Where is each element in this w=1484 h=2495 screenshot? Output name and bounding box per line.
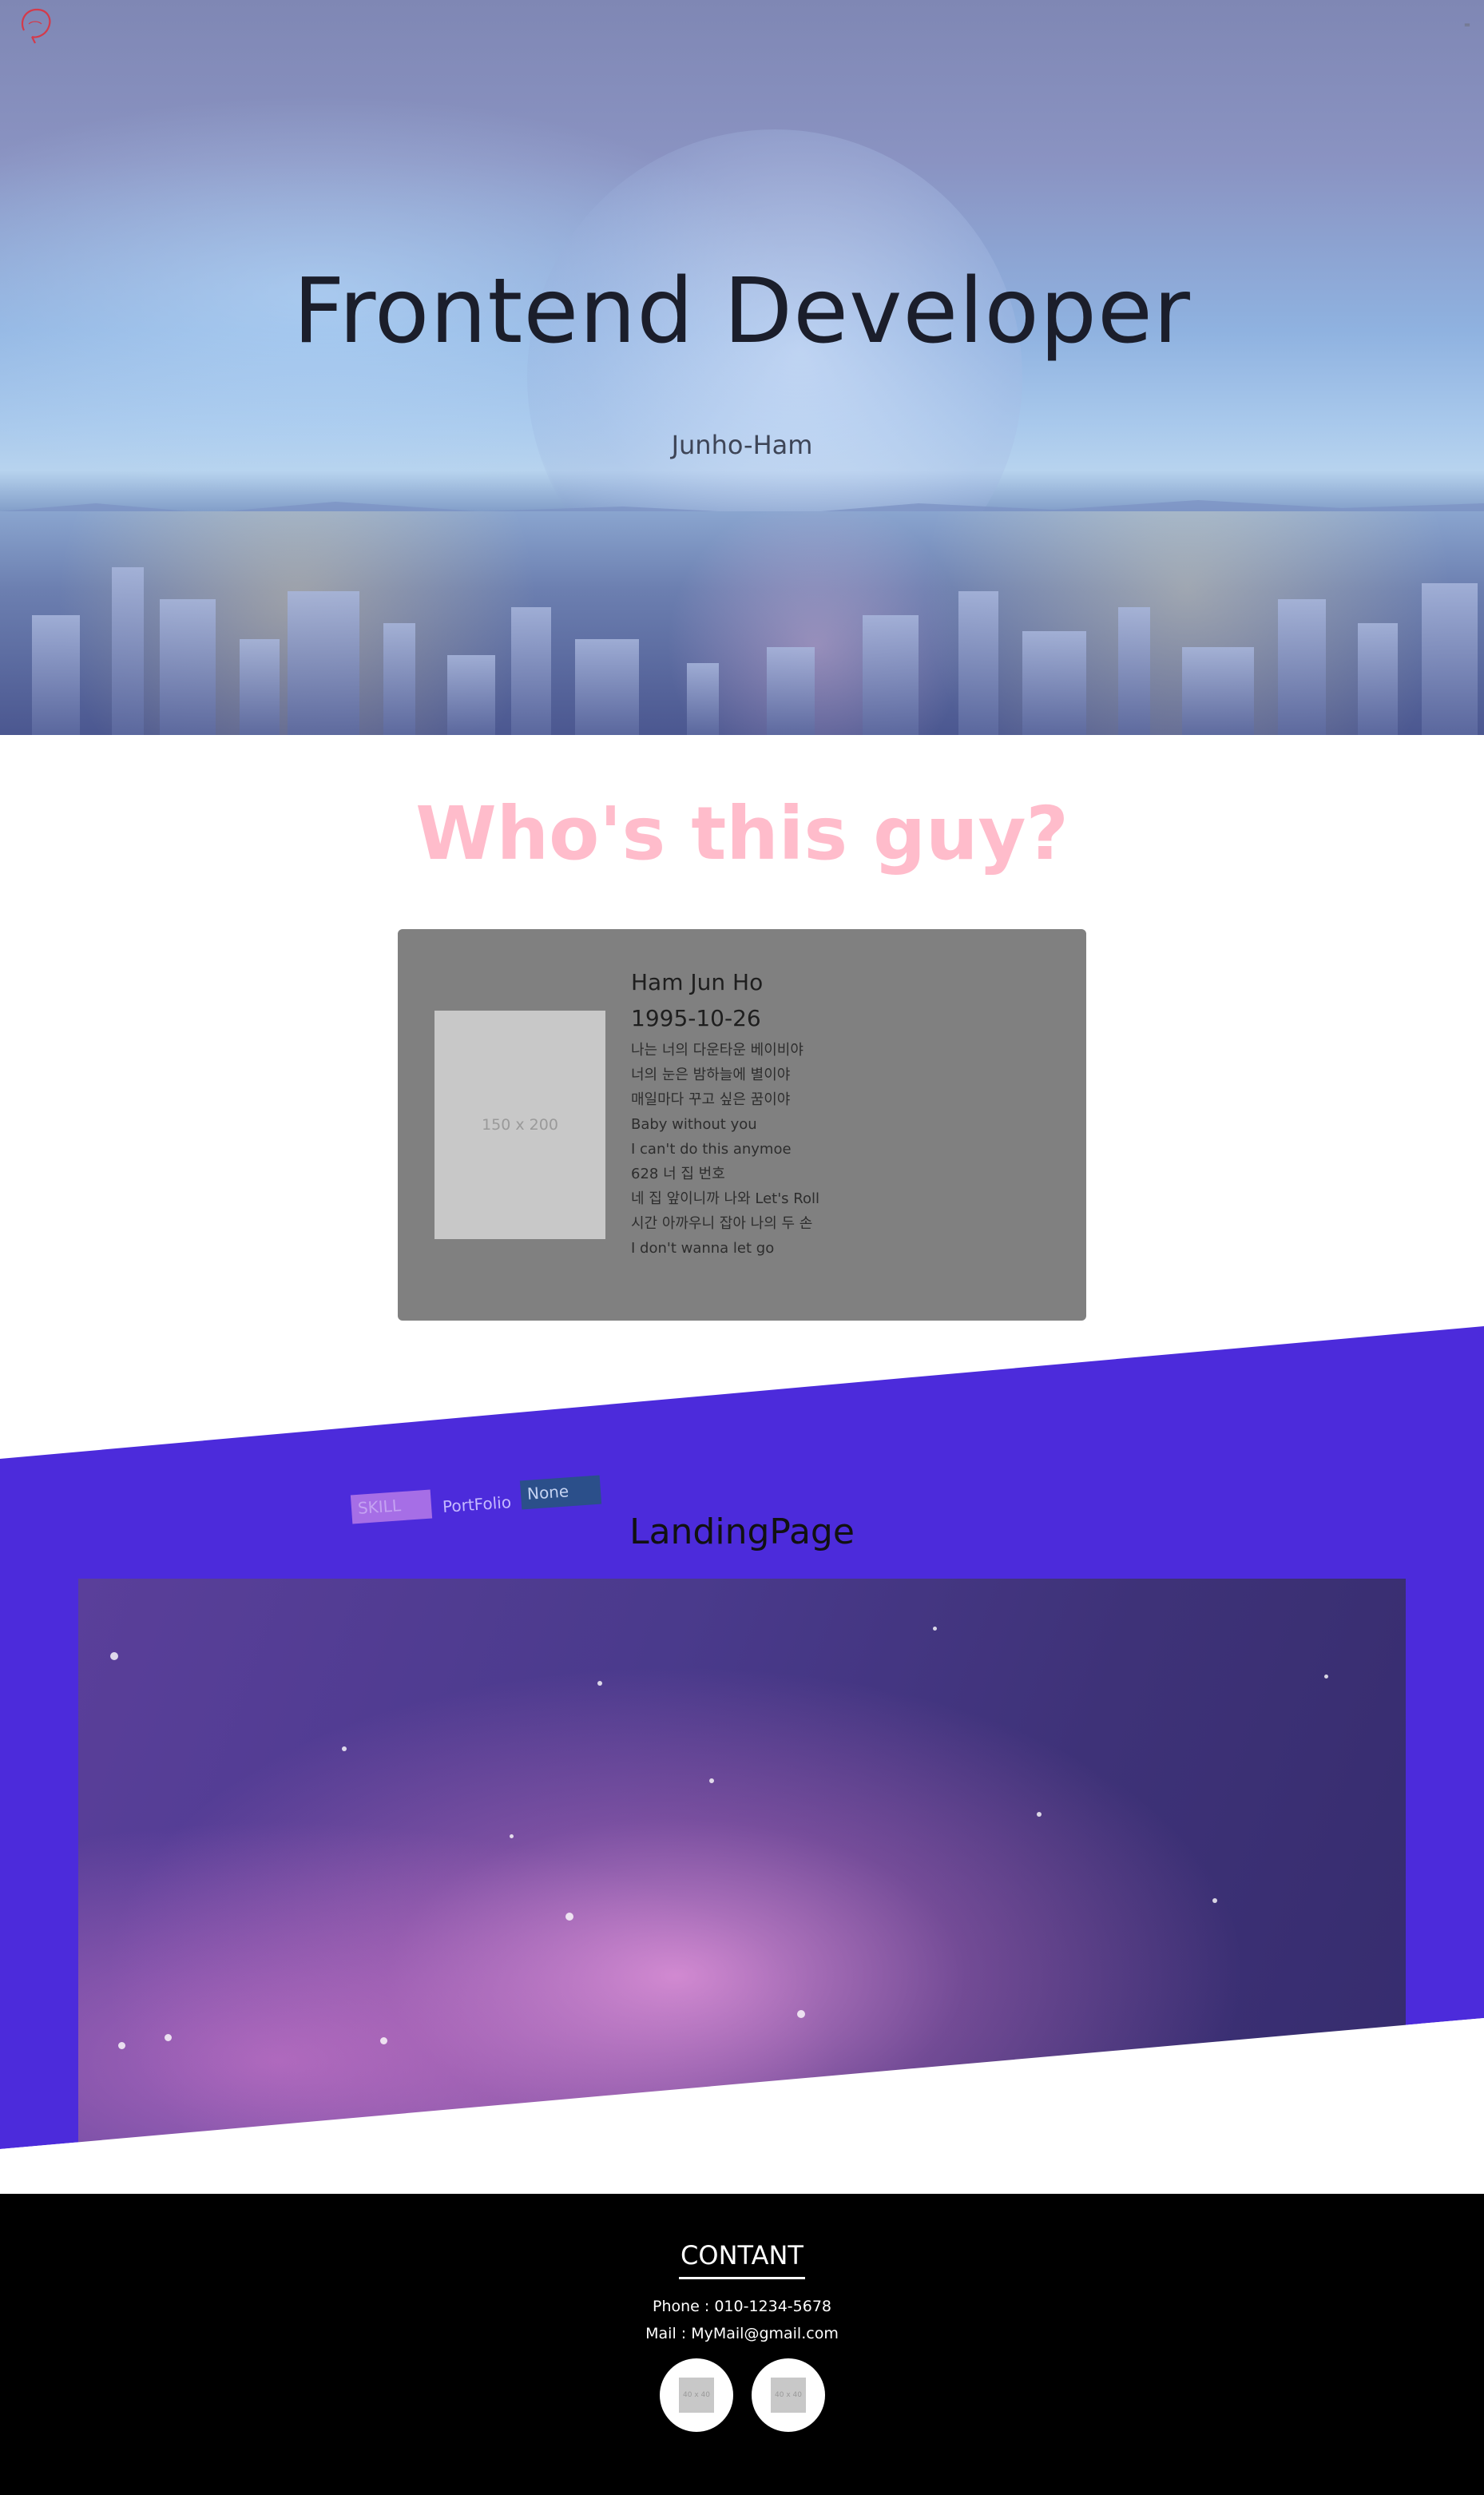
project-preview-image[interactable] [78,1579,1406,2146]
profile-lyric-line: 매일마다 꾸고 싶은 꿈이야 [631,1091,791,1108]
hero-city-skyline [0,511,1484,735]
tab-none[interactable]: None [519,1475,602,1510]
profile-lyric-line: 628 너 집 번호 [631,1166,725,1182]
project-title: LandingPage [629,1512,855,1552]
profile-photo-placeholder: 150 x 200 [434,1011,605,1239]
profile-lyric-line: 시간 아까우니 잡아 나의 두 손 [631,1215,813,1232]
profile-birthdate: 1995-10-26 [631,1005,761,1031]
social-placeholder-label: 40 x 40 [775,2391,802,2399]
profile-lyric-line: 나는 너의 다운타운 베이비야 [631,1042,804,1059]
social-link-1[interactable]: 40 x 40 [660,2358,733,2432]
social-link-2[interactable]: 40 x 40 [752,2358,825,2432]
profile-card: 150 x 200 Ham Jun Ho 1995-10-26 나는 너의 다운… [398,929,1086,1321]
photo-placeholder-label: 150 x 200 [482,1116,558,1134]
profile-name: Ham Jun Ho [631,969,764,995]
hero-subtitle: Junho-Ham [671,430,813,460]
contact-heading-underline [679,2277,805,2279]
about-heading: Who's this guy? [415,791,1069,876]
hero-title: Frontend Developer [293,260,1191,364]
profile-lyric-line: Baby without you [631,1116,757,1133]
menu-icon[interactable]: = [1462,22,1473,30]
profile-lyric-line: I don't wanna let go [631,1240,775,1257]
contact-mail[interactable]: Mail : MyMail@gmail.com [0,2325,1484,2342]
profile-lyric-line: 너의 눈은 밤하늘에 별이야 [631,1067,791,1083]
social-placeholder-label: 40 x 40 [683,2391,710,2399]
contact-heading: CONTANT [680,2240,804,2271]
logo-icon[interactable] [18,6,54,45]
hero-section: = Frontend Developer Junho-Ham [0,0,1484,735]
contact-phone: Phone : 010-1234-5678 [652,2298,832,2315]
profile-info: Ham Jun Ho 1995-10-26 나는 너의 다운타운 베이비야 너의… [631,969,1062,1261]
profile-lyric-line: I can't do this anymoe [631,1141,792,1158]
social-icon-placeholder: 40 x 40 [771,2378,806,2413]
contact-footer: CONTANT Phone : 010-1234-5678 Mail : MyM… [0,2194,1484,2495]
profile-lyric-line: 네 집 앞이니까 나와 Let's Roll [631,1190,819,1207]
social-icon-placeholder: 40 x 40 [679,2378,714,2413]
page: = Frontend Developer Junho-Ham Who's thi… [0,0,1484,2495]
